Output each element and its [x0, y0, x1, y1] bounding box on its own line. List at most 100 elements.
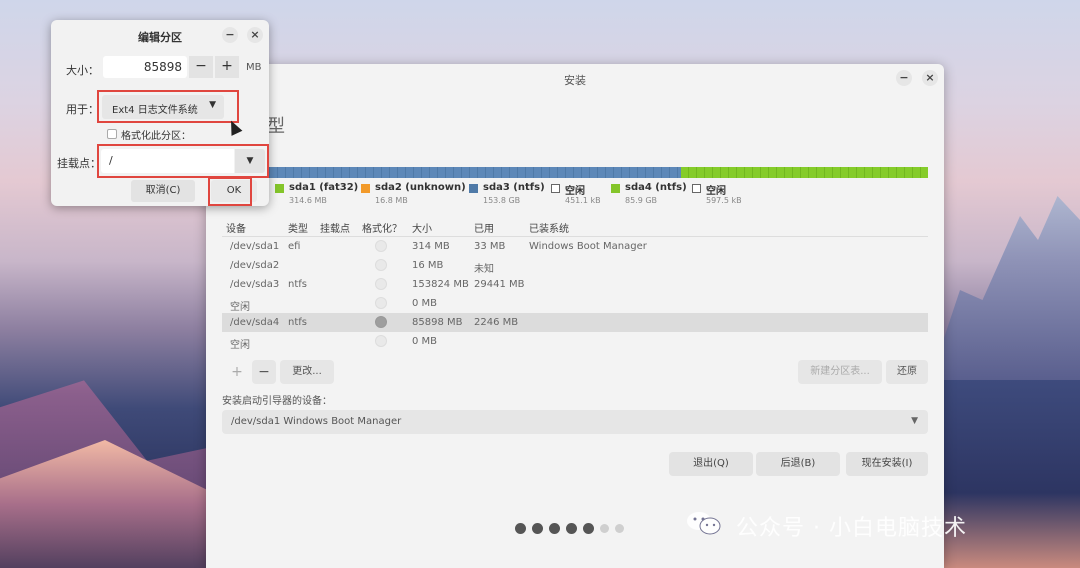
step-dot	[532, 523, 543, 534]
legend-size: 153.8 GB	[483, 196, 521, 205]
close-button[interactable]: ×	[247, 27, 263, 43]
size-unit: MB	[246, 62, 262, 73]
legend-swatch	[275, 184, 284, 193]
format-radio[interactable]	[375, 297, 387, 309]
column-header[interactable]: 设备	[226, 220, 246, 235]
legend-swatch	[469, 184, 478, 193]
cell-device: /dev/sda1	[230, 241, 280, 252]
table-header: 设备 类型 挂载点 格式化？ 大小 已用 已装系统	[222, 216, 928, 237]
watermark-text: 公众号 · 小白电脑技术	[736, 516, 967, 541]
partition-table: 设备 类型 挂载点 格式化？ 大小 已用 已装系统 /dev/sda1 efi …	[222, 216, 928, 351]
quit-button[interactable]: 退出(Q)	[669, 452, 753, 476]
legend-name: sda4 (ntfs)	[625, 182, 687, 193]
cell-type: ntfs	[288, 279, 307, 290]
back-button[interactable]: 后退(B)	[756, 452, 840, 476]
legend-name: sda1 (fat32)	[289, 182, 359, 193]
cell-device: /dev/sda4	[230, 317, 280, 328]
mount-point-input[interactable]: /	[101, 149, 234, 173]
legend-size: 314.6 MB	[289, 196, 327, 205]
ok-button[interactable]: OK	[211, 180, 257, 202]
chevron-down-icon: ▼	[911, 416, 918, 426]
table-row[interactable]: /dev/sda2 16 MB 未知	[222, 256, 928, 275]
table-row[interactable]: /dev/sda1 efi 314 MB 33 MB Windows Boot …	[222, 237, 928, 256]
step-dot	[600, 524, 609, 533]
cancel-button[interactable]: 取消(C)	[131, 180, 195, 202]
remove-partition-button[interactable]: −	[252, 360, 276, 384]
format-radio[interactable]	[375, 278, 387, 290]
cell-used: 33 MB	[474, 241, 506, 252]
add-partition-button[interactable]: +	[226, 360, 248, 384]
cell-size: 0 MB	[412, 298, 438, 309]
cell-size: 85898 MB	[412, 317, 463, 328]
step-dot	[515, 523, 526, 534]
cell-system: Windows Boot Manager	[529, 241, 647, 252]
filesystem-select[interactable]: Ext4 日志文件系统 ▼	[102, 95, 224, 119]
cell-used: 29441 MB	[474, 279, 525, 290]
legend-name: 空闲	[706, 186, 726, 197]
cell-used: 未知	[474, 264, 494, 275]
format-checkbox[interactable]	[107, 129, 117, 139]
step-dot	[566, 523, 577, 534]
format-radio[interactable]	[375, 240, 387, 252]
step-dot	[583, 523, 594, 534]
size-input[interactable]: 85898	[103, 56, 187, 78]
legend-swatch	[611, 184, 620, 193]
filesystem-value: Ext4 日志文件系统	[112, 105, 198, 116]
cell-type: ntfs	[288, 317, 307, 328]
minimize-button[interactable]: −	[896, 70, 912, 86]
revert-button[interactable]: 还原	[886, 360, 928, 384]
size-label: 大小：	[66, 64, 99, 77]
column-header[interactable]: 大小	[412, 220, 432, 235]
format-radio[interactable]	[375, 335, 387, 347]
disk-usage-bar	[222, 167, 928, 178]
bootloader-label: 安装启动引导器的设备：	[222, 396, 332, 407]
wechat-icon	[687, 512, 721, 535]
change-partition-button[interactable]: 更改...	[280, 360, 334, 384]
cell-size: 16 MB	[412, 260, 444, 271]
column-header[interactable]: 类型	[288, 220, 308, 235]
window-title: 安装	[564, 74, 586, 87]
disk-segment-sda3	[222, 167, 681, 178]
column-header[interactable]: 挂载点	[320, 220, 350, 235]
cell-size: 153824 MB	[412, 279, 469, 290]
legend-size: 16.8 MB	[375, 196, 408, 205]
size-increment-button[interactable]: +	[215, 56, 239, 78]
install-now-button[interactable]: 现在安装(I)	[846, 452, 928, 476]
table-row[interactable]: /dev/sda3 ntfs 153824 MB 29441 MB	[222, 275, 928, 294]
desktop-mountain-right	[930, 196, 1080, 380]
new-partition-table-button[interactable]: 新建分区表...	[798, 360, 882, 384]
bootloader-value: /dev/sda1 Windows Boot Manager	[231, 416, 402, 427]
step-dot	[549, 523, 560, 534]
close-button[interactable]: ×	[922, 70, 938, 86]
mount-point-dropdown[interactable]: ▼	[235, 149, 265, 173]
legend-size: 85.9 GB	[625, 196, 658, 205]
table-row[interactable]: 空闲 0 MB	[222, 294, 928, 313]
cell-device: /dev/sda3	[230, 279, 280, 290]
column-header[interactable]: 已用	[474, 220, 494, 235]
chevron-down-icon: ▼	[246, 156, 254, 166]
progress-dots	[515, 523, 624, 534]
legend-name: sda2 (unknown)	[375, 182, 466, 193]
disk-segment-sda4	[681, 167, 928, 178]
format-radio[interactable]	[375, 259, 387, 271]
legend-name: sda3 (ntfs)	[483, 182, 545, 193]
cell-size: 0 MB	[412, 336, 438, 347]
step-dot	[615, 524, 624, 533]
chevron-down-icon: ▼	[209, 100, 216, 110]
legend-name: 空闲	[565, 186, 585, 197]
format-radio[interactable]	[375, 316, 387, 328]
legend-swatch	[361, 184, 370, 193]
use-label: 用于：	[66, 103, 99, 116]
table-row[interactable]: 空闲 0 MB	[222, 332, 928, 351]
legend-swatch	[692, 184, 701, 193]
bootloader-select[interactable]: /dev/sda1 Windows Boot Manager ▼	[222, 410, 928, 434]
installer-window: 安装 − × 类型 sda1 (fat32) 314.6 MB sda2 (un…	[206, 64, 944, 568]
minimize-button[interactable]: −	[222, 27, 238, 43]
column-header[interactable]: 格式化？	[362, 220, 402, 235]
size-decrement-button[interactable]: −	[189, 56, 213, 78]
cell-used: 2246 MB	[474, 317, 519, 328]
table-row-selected[interactable]: /dev/sda4 ntfs 85898 MB 2246 MB	[222, 313, 928, 332]
cell-size: 314 MB	[412, 241, 450, 252]
column-header[interactable]: 已装系统	[529, 220, 569, 235]
cell-device: 空闲	[230, 340, 250, 351]
